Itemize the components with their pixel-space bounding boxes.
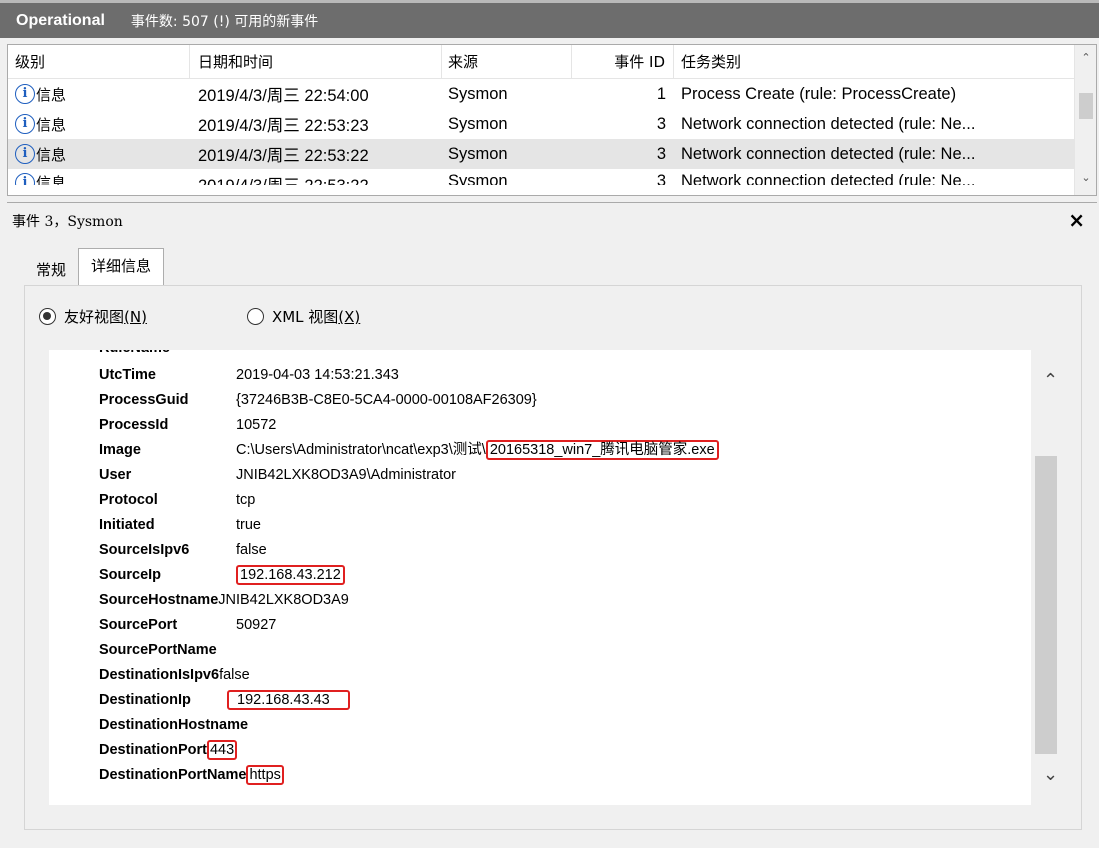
level-cell: i 信息 [8,172,190,185]
event-row-selected[interactable]: i 信息 2019/4/3/周三 22:53:22 Sysmon 3 Networ… [8,139,1096,169]
date-cell: 2019/4/3/周三 22:53:23 [198,117,369,135]
friendly-view-content[interactable]: RuleName UtcTime2019-04-03 14:53:21.343 … [49,350,1031,805]
level-text: 信息 [36,85,67,104]
field-row: ProcessGuid {37246B3B-C8E0-5CA4-0000-0010… [99,392,537,408]
event-detail-title-bar: 事件 3，Sysmon × [7,202,1097,238]
event-row[interactable]: i 信息 2019/4/3/周三 22:54:00 Sysmon 1 Proces… [8,79,1096,109]
log-name: Operational [16,11,105,29]
level-cell: i 信息 [8,144,190,165]
field-row: SourceHostnameJNIB42LXK8OD3A9 [99,592,349,608]
radio-friendly-view[interactable] [39,308,56,325]
field-row: SourcePortName [99,642,217,658]
task-cell: Network connection detected (rule: Ne... [681,114,976,133]
field-row: Initiated true [99,517,261,533]
info-icon: i [15,144,35,164]
info-icon: i [15,114,35,134]
highlight-box: 20165318_win7_腾讯电脑管家.exe [485,440,719,460]
scroll-thumb[interactable] [1035,456,1057,754]
highlight-box: 192.168.43.43 [227,690,350,710]
radio-friendly-label[interactable]: 友好视图(N) [64,306,147,327]
highlight-box: https [246,765,284,785]
partial-field-row: RuleName [99,350,170,361]
highlight-box: 443 [206,740,238,760]
column-header-event-id[interactable]: 事件 ID [572,45,674,79]
event-row[interactable]: i 信息 2019/4/3/周三 22:53:23 Sysmon 3 Networ… [8,109,1096,139]
chevron-down-icon[interactable]: ⌄ [1043,764,1058,785]
level-text: 信息 [36,145,67,164]
field-row: SourcePort 50927 [99,617,277,633]
event-detail-title: 事件 3，Sysmon [12,213,123,230]
field-row: ProcessId 10572 [99,417,277,433]
column-header-level[interactable]: 级别 [8,45,190,79]
chevron-up-icon[interactable]: ⌃ [1080,51,1092,64]
task-cell: Process Create (rule: ProcessCreate) [681,84,957,103]
event-row[interactable]: i信息 2019/4/3/周三 22:53:22 Sysmon 3 Networ… [8,169,1096,185]
highlight-box: 192.168.43.212 [236,565,345,585]
source-cell: Sysmon [448,172,508,185]
view-mode-radios: 友好视图(N) XML 视图(X) [39,306,360,327]
source-cell: Sysmon [448,114,508,133]
level-cell: i 信息 [8,114,190,135]
log-header-bar: Operational 事件数: 507 (!) 可用的新事件 [0,0,1099,38]
field-row: SourceIsIpv6 false [99,542,267,558]
level-text: 信息 [36,115,67,134]
event-id-cell: 1 [656,84,666,103]
field-row: Image C:\Users\Administrator\ncat\exp3\测试… [99,438,719,463]
date-cell: 2019/4/3/周三 22:53:22 [190,172,442,185]
column-header-source[interactable]: 来源 [442,45,572,79]
column-header-date[interactable]: 日期和时间 [190,45,442,79]
detail-scrollbar[interactable]: ⌃ ⌄ [1031,350,1071,805]
event-id-cell: 3 [656,144,666,163]
radio-xml-label[interactable]: XML 视图(X) [272,306,360,327]
radio-xml-view[interactable] [246,308,264,325]
field-row: User JNIB42LXK8OD3A9\Administrator [99,467,457,483]
info-icon: i [15,84,35,104]
chevron-down-icon[interactable]: ⌄ [1080,171,1092,184]
date-cell: 2019/4/3/周三 22:53:22 [198,147,369,165]
field-row: UtcTime 2019-04-03 14:53:21.343 [99,367,399,383]
field-row: DestinationHostname [99,717,249,733]
field-row: Protocol tcp [99,492,256,508]
event-list[interactable]: 级别 日期和时间 来源 事件 ID 任务类别 i 信息 2019/4/3/周三 2… [7,44,1097,196]
field-row: SourceIp 192.168.43.212 [99,563,345,588]
task-cell: Network connection detected (rule: Ne... [681,144,976,163]
task-cell: Network connection detected (rule: Ne... [681,172,976,185]
details-panel: 友好视图(N) XML 视图(X) RuleName UtcTime2019-0… [24,285,1082,830]
event-count: 事件数: 507 (!) 可用的新事件 [130,13,319,30]
field-row: DestinationPortName https [99,763,284,788]
list-header: 级别 日期和时间 来源 事件 ID 任务类别 [8,45,1096,79]
level-text: 信息 [36,174,67,185]
source-cell: Sysmon [448,144,508,163]
close-icon[interactable]: × [1068,208,1085,232]
column-header-task-category[interactable]: 任务类别 [674,45,1047,79]
event-id-cell: 3 [656,172,666,185]
field-row: DestinationIp 192.168.43.43 [99,688,350,713]
field-row: DestinationPort 443 [99,738,238,763]
event-id-cell: 3 [656,114,666,133]
tab-general[interactable]: 常规 [24,254,78,286]
tab-details[interactable]: 详细信息 [78,248,165,286]
list-scrollbar[interactable]: ⌃ ⌄ [1074,45,1096,195]
chevron-up-icon[interactable]: ⌃ [1043,370,1058,391]
info-icon: i [15,172,35,185]
field-row: DestinationIsIpv6false [99,667,250,683]
scroll-thumb[interactable] [1079,93,1093,119]
date-cell: 2019/4/3/周三 22:54:00 [198,87,369,105]
detail-tabs: 常规 详细信息 [24,248,165,286]
level-cell: i 信息 [8,84,190,105]
source-cell: Sysmon [448,84,508,103]
